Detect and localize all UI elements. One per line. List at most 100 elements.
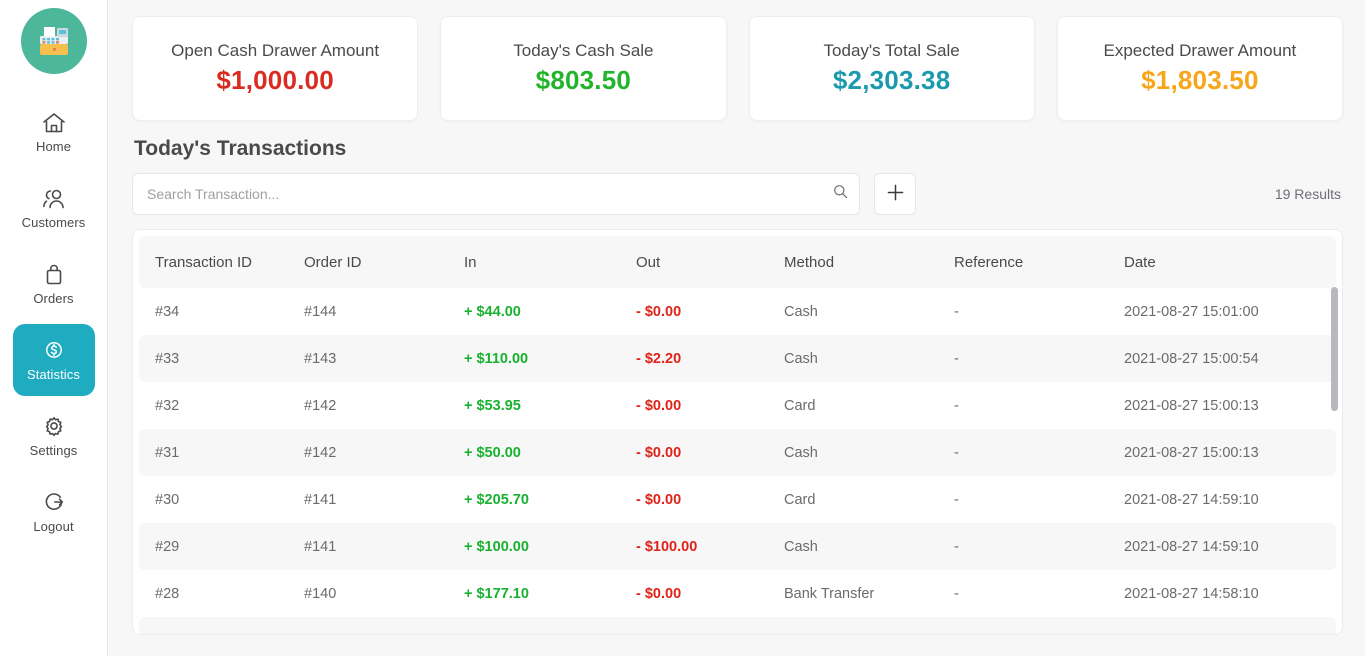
- sidebar-item-label: Customers: [22, 216, 86, 229]
- column-header-order-id[interactable]: Order ID: [304, 236, 464, 288]
- app-root: Home Customers Orders: [0, 0, 1365, 656]
- sidebar-item-statistics[interactable]: Statistics: [13, 324, 95, 396]
- cell-date: 2021-08-27 14:59:10: [1124, 476, 1336, 523]
- table-row[interactable]: #29#141+ $100.00- $100.00Cash-2021-08-27…: [139, 523, 1336, 570]
- gear-icon: [41, 415, 67, 439]
- table-body: #34#144+ $44.00- $0.00Cash-2021-08-27 15…: [139, 288, 1336, 634]
- stat-card-todays-cash-sale: Today's Cash Sale $803.50: [440, 16, 726, 121]
- table-header-row: Transaction ID Order ID In Out Method Re…: [139, 236, 1336, 288]
- cell-transaction-id: #33: [139, 335, 304, 382]
- page-title: Today's Transactions: [134, 137, 1343, 161]
- cell-reference: -: [954, 382, 1124, 429]
- cell-amount-out: - $0.00: [636, 617, 784, 634]
- sidebar-item-label: Settings: [30, 444, 78, 457]
- transactions-table-scroll[interactable]: Transaction ID Order ID In Out Method Re…: [139, 236, 1336, 634]
- sidebar-item-orders[interactable]: Orders: [13, 248, 95, 320]
- cell-date: 2021-08-27 15:00:13: [1124, 382, 1336, 429]
- cell-amount-out-value: - $0.00: [636, 398, 681, 414]
- cell-method: Cash: [784, 523, 954, 570]
- cell-amount-in-value: + $110.00: [464, 351, 528, 367]
- cell-reference: -: [954, 617, 1124, 634]
- cell-amount-out-value: - $0.00: [636, 633, 681, 635]
- cell-order-id: #142: [304, 429, 464, 476]
- home-icon: [41, 111, 67, 135]
- column-header-in[interactable]: In: [464, 236, 636, 288]
- cell-method: Cash: [784, 335, 954, 382]
- cell-amount-out: - $0.00: [636, 382, 784, 429]
- table-row[interactable]: #30#141+ $205.70- $0.00Card-2021-08-27 1…: [139, 476, 1336, 523]
- table-row[interactable]: #31#142+ $50.00- $0.00Cash-2021-08-27 15…: [139, 429, 1336, 476]
- cell-date: 2021-08-27 15:00:54: [1124, 335, 1336, 382]
- add-transaction-button[interactable]: [874, 173, 916, 215]
- cell-transaction-id: #32: [139, 382, 304, 429]
- cell-amount-out-value: - $2.20: [636, 351, 681, 367]
- sidebar-item-customers[interactable]: Customers: [13, 172, 95, 244]
- cell-method: Cash: [784, 288, 954, 335]
- cell-reference: -: [954, 429, 1124, 476]
- table-row[interactable]: #27#139+ $150.00- $0.00Cash-2021-08-27 1…: [139, 617, 1336, 634]
- cell-amount-out: - $0.00: [636, 429, 784, 476]
- cell-order-id: #143: [304, 335, 464, 382]
- cell-method: Bank Transfer: [784, 570, 954, 617]
- cell-reference: -: [954, 523, 1124, 570]
- stat-value: $1,000.00: [216, 65, 333, 96]
- cell-amount-in: + $110.00: [464, 335, 636, 382]
- column-header-out[interactable]: Out: [636, 236, 784, 288]
- stat-label: Today's Total Sale: [824, 41, 960, 61]
- table-row[interactable]: #34#144+ $44.00- $0.00Cash-2021-08-27 15…: [139, 288, 1336, 335]
- table-row[interactable]: #28#140+ $177.10- $0.00Bank Transfer-202…: [139, 570, 1336, 617]
- stat-label: Expected Drawer Amount: [1103, 41, 1296, 61]
- sidebar-item-label: Statistics: [27, 368, 80, 381]
- cell-date: 2021-08-27 14:57:10: [1124, 617, 1336, 634]
- table-row[interactable]: #32#142+ $53.95 - $0.00 Card-2021-08-27 15…: [139, 382, 1336, 429]
- column-header-reference[interactable]: Reference: [954, 236, 1124, 288]
- cell-amount-out: - $2.20: [636, 335, 784, 382]
- cell-amount-out-value: - $0.00: [636, 304, 681, 320]
- stat-card-open-cash-drawer: Open Cash Drawer Amount $1,000.00: [132, 16, 418, 121]
- table-row[interactable]: #33#143+ $110.00- $2.20Cash-2021-08-27 1…: [139, 335, 1336, 382]
- column-header-date[interactable]: Date: [1124, 236, 1336, 288]
- sidebar-item-logout[interactable]: Logout: [13, 476, 95, 548]
- cell-order-id: #141: [304, 523, 464, 570]
- sidebar-item-home[interactable]: Home: [13, 96, 95, 168]
- stat-label: Open Cash Drawer Amount: [171, 41, 379, 61]
- stat-card-todays-total-sale: Today's Total Sale $2,303.38: [749, 16, 1035, 121]
- cell-amount-out-value: - $0.00: [636, 492, 681, 508]
- table-header: Transaction ID Order ID In Out Method Re…: [139, 236, 1336, 288]
- main-content: Open Cash Drawer Amount $1,000.00 Today'…: [108, 0, 1365, 656]
- bag-icon: [41, 263, 67, 287]
- table-scrollbar-thumb[interactable]: [1331, 287, 1338, 411]
- stat-value: $803.50: [536, 65, 631, 96]
- cell-amount-in: + $150.00: [464, 617, 636, 634]
- cell-amount-out: - $0.00: [636, 476, 784, 523]
- column-header-method[interactable]: Method: [784, 236, 954, 288]
- cell-date: 2021-08-27 14:59:10: [1124, 523, 1336, 570]
- cell-amount-in: + $53.95: [464, 382, 636, 429]
- cell-method: Cash: [784, 617, 954, 634]
- plus-icon: [886, 183, 905, 205]
- cell-reference: -: [954, 570, 1124, 617]
- cell-transaction-id: #29: [139, 523, 304, 570]
- cell-method: Card: [784, 382, 954, 429]
- cell-order-id: #140: [304, 570, 464, 617]
- cell-date: 2021-08-27 15:01:00: [1124, 288, 1336, 335]
- cell-amount-in: + $205.70: [464, 476, 636, 523]
- cell-reference: -: [954, 288, 1124, 335]
- cell-amount-in-value: + $177.10: [464, 586, 529, 602]
- cell-amount-in-value: + $53.95: [464, 398, 521, 414]
- cell-method: Card: [784, 476, 954, 523]
- cell-date: 2021-08-27 15:00:13: [1124, 429, 1336, 476]
- search-field: [132, 173, 860, 215]
- sidebar-item-label: Logout: [33, 520, 73, 533]
- dollar-circle-icon: [41, 339, 67, 363]
- search-input[interactable]: [132, 173, 860, 215]
- cell-amount-in: + $177.10: [464, 570, 636, 617]
- column-header-transaction-id[interactable]: Transaction ID: [139, 236, 304, 288]
- sidebar-item-label: Home: [36, 140, 71, 153]
- sidebar-item-settings[interactable]: Settings: [13, 400, 95, 472]
- cell-reference: -: [954, 476, 1124, 523]
- cell-transaction-id: #34: [139, 288, 304, 335]
- transactions-toolbar: 19 Results: [132, 173, 1343, 215]
- sidebar-item-label: Orders: [33, 292, 73, 305]
- cell-order-id: #142: [304, 382, 464, 429]
